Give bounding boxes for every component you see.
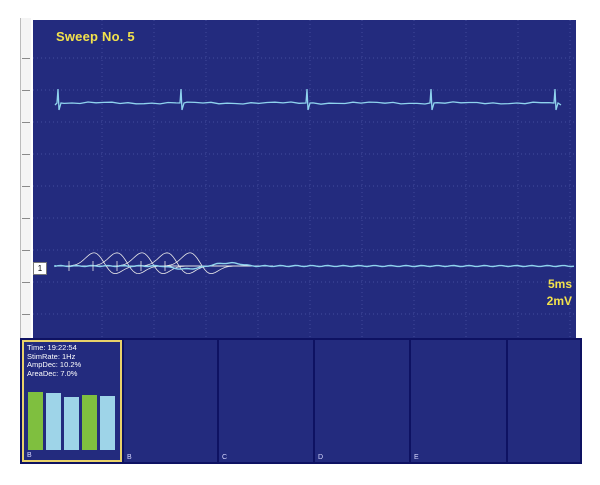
panel-label: B [27,452,32,459]
amplitude-bar [28,392,43,450]
train-panel[interactable]: D [315,340,409,462]
sweep-label: Sweep No. 5 [56,29,135,44]
amplitude-scale-label: 2mV [546,294,572,308]
ruler-tick [22,282,30,283]
grid [33,20,576,338]
panel-label: E [414,454,419,461]
train-panel[interactable]: C [219,340,313,462]
panel-label: D [318,454,324,461]
response-overlay [55,252,273,275]
ruler-tick [22,90,30,91]
stat-area-dec: AreaDec: 7.0% [27,368,78,378]
superimposed-responses [55,252,273,275]
ruler-tick [22,218,30,219]
time-scale-label: 5ms [547,277,572,291]
panel-label: B [127,454,132,461]
train-panel-selected[interactable]: Time: 19:22:54 StimRate: 1Hz AmpDec: 10.… [22,340,122,462]
ruler-tick [22,58,30,59]
amplitude-bar [100,396,115,450]
amplitude-bar [46,393,61,450]
amplitude-bar [82,395,97,450]
panel-label: C [222,454,228,461]
train-panel[interactable]: B [124,340,217,462]
channel-marker[interactable]: 1 [33,262,47,275]
waveform-canvas [33,20,576,338]
train-stats: Time: 19:22:54 StimRate: 1Hz AmpDec: 10.… [27,343,81,378]
response-trace [54,261,575,270]
waveform-display[interactable]: Sweep No. 5 5ms 2mV [33,20,576,338]
amplitude-bar [64,397,79,450]
ruler-tick [22,186,30,187]
ruler-tick [22,250,30,251]
train-panel[interactable] [508,340,580,462]
train-panel[interactable]: E [411,340,506,462]
nerve-monitor-window: Sweep No. 5 5ms 2mV 1 Time: 19:22:54 Sti… [0,0,600,485]
ruler-tick [22,122,30,123]
ruler-tick [22,314,30,315]
ruler-tick [22,154,30,155]
stimulus-trace [54,88,562,111]
